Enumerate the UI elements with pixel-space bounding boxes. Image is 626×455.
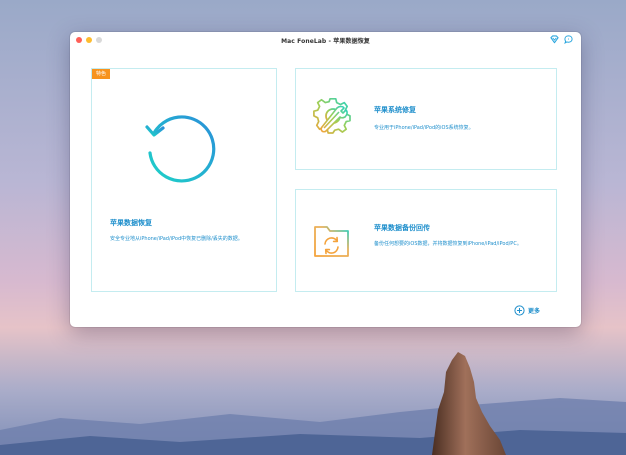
close-button[interactable] bbox=[76, 37, 82, 43]
data-backup-title: 苹果数据备份回传 bbox=[374, 224, 430, 232]
system-repair-card[interactable]: 苹果系统修复 专业用于iPhone/iPad/iPod的iOS系统恢复。 bbox=[295, 68, 557, 170]
data-backup-card[interactable]: 苹果数据备份回传 备份任何想要的iOS数据，并将数据恢复到iPhone/iPad… bbox=[295, 189, 557, 292]
gear-wrench-icon bbox=[313, 97, 351, 134]
window-title: Mac FoneLab - 苹果数据恢复 bbox=[281, 37, 370, 45]
featured-badge: 特色 bbox=[92, 69, 111, 79]
restore-plus-icon bbox=[145, 115, 216, 183]
more-button[interactable]: 更多 bbox=[514, 305, 540, 316]
folder-sync-icon bbox=[314, 226, 349, 257]
chat-bubble-icon[interactable] bbox=[564, 35, 573, 44]
system-repair-description: 专业用于iPhone/iPad/iPod的iOS系统恢复。 bbox=[374, 125, 474, 131]
wifi-diamond-icon[interactable] bbox=[550, 35, 559, 44]
more-label: 更多 bbox=[528, 308, 541, 315]
data-recovery-description: 安全专业地从iPhone/iPad/iPod中恢复已删除/丢失的数据。 bbox=[110, 236, 243, 242]
data-backup-description: 备份任何想要的iOS数据，并将数据恢复到iPhone/iPad/iPod/PC。 bbox=[374, 241, 522, 247]
data-recovery-title: 苹果数据恢复 bbox=[110, 219, 152, 227]
title-bar: Mac FoneLab - 苹果数据恢复 bbox=[70, 32, 581, 48]
minimize-button[interactable] bbox=[86, 37, 92, 43]
system-repair-title: 苹果系统修复 bbox=[374, 106, 416, 114]
data-recovery-card[interactable]: 特色 苹果数据恢复 安全专业地从iPhone/iPad/iPod中恢复已删除/丢… bbox=[91, 68, 277, 292]
window-controls bbox=[76, 37, 102, 43]
zoom-button[interactable] bbox=[96, 37, 102, 43]
title-icons bbox=[550, 35, 573, 44]
plus-circle-icon bbox=[514, 305, 525, 316]
app-window: Mac FoneLab - 苹果数据恢复 特色 苹果数据恢复 安全专业地从iPh… bbox=[70, 32, 581, 327]
